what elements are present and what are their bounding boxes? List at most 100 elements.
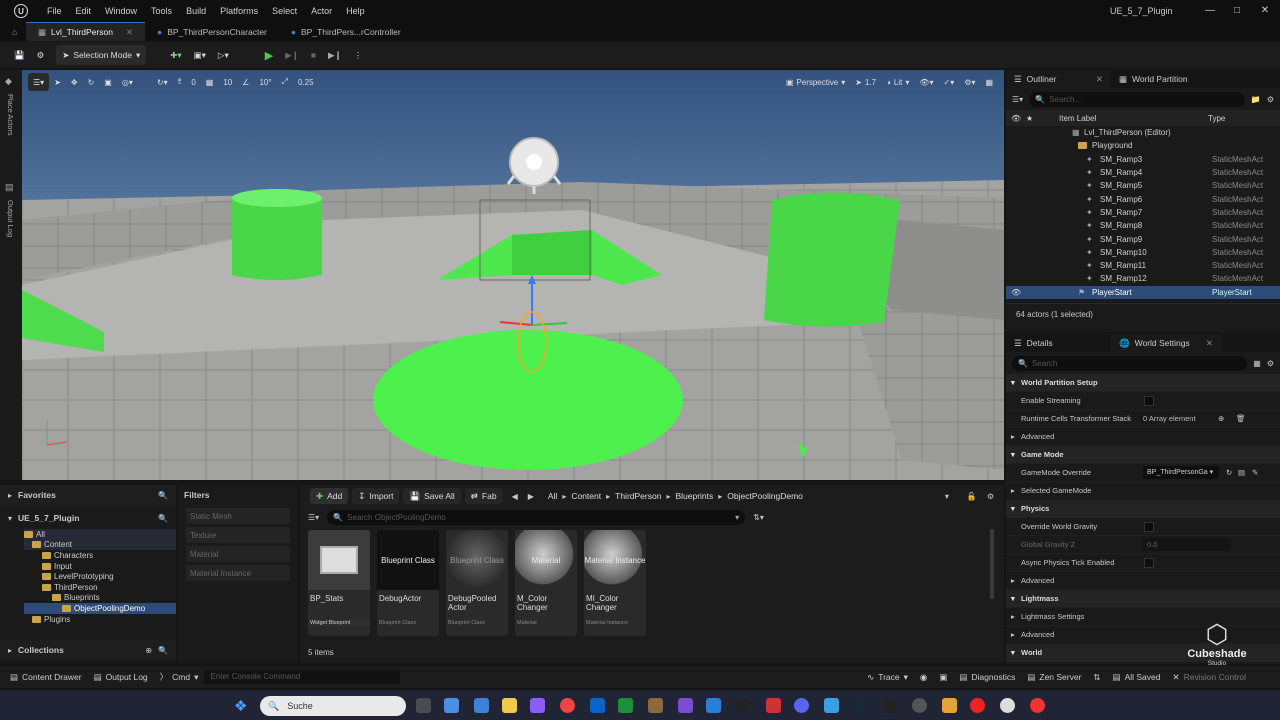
tree-objectpoolingdemo[interactable]: ObjectPoolingDemo (24, 603, 176, 614)
tree-blueprints[interactable]: Blueprints (24, 593, 176, 604)
grid-icon[interactable]: ▦ (201, 73, 219, 91)
place-actors-icon[interactable]: ◆ (5, 76, 12, 87)
tree-all[interactable]: All (24, 529, 176, 540)
tab-close-icon[interactable]: ✕ (1096, 74, 1103, 85)
tab-world-settings[interactable]: 🌐 World Settings ✕ (1111, 334, 1221, 352)
save-all-button[interactable]: 💾 Save All (403, 488, 461, 504)
cmd-dropdown[interactable]: 〉 Cmd ▾ (154, 667, 205, 687)
content-scrollbar[interactable] (990, 529, 994, 599)
rotate-tool-icon[interactable]: ↻ (83, 73, 100, 91)
output-log-icon[interactable]: ▤ (5, 182, 14, 193)
menu-platforms[interactable]: Platforms (213, 6, 265, 16)
visual-studio-icon[interactable] (678, 698, 693, 713)
asset-debug-pooled-actor[interactable]: Blueprint Class DebugPooled Actor Bluepr… (446, 530, 508, 636)
tab-close-icon[interactable]: ✕ (1206, 338, 1213, 349)
tab-outliner[interactable]: ☰ Outliner ✕ (1006, 70, 1111, 88)
save-icon[interactable]: 💾 (8, 45, 31, 65)
enable-streaming-checkbox[interactable] (1144, 396, 1154, 406)
asset-debug-actor[interactable]: Blueprint Class DebugActor Blueprint Cla… (377, 530, 439, 636)
viewport-menu-button[interactable]: ☰▾ (28, 73, 50, 91)
delete-icon[interactable]: 🗑 (1236, 414, 1246, 423)
home-icon[interactable]: ⌂ (12, 27, 26, 37)
output-log-button[interactable]: ▤ Output Log (88, 667, 154, 687)
view-options-icon[interactable]: ▦ (1253, 359, 1261, 368)
col-type[interactable]: Type (1208, 114, 1225, 123)
teams-icon[interactable] (530, 698, 545, 713)
stop-icon[interactable]: ■ (305, 45, 322, 65)
output-log-tab[interactable]: Output Log (6, 200, 15, 237)
outliner-row[interactable]: ✦ SM_Ramp9 StaticMeshAct (1006, 232, 1280, 245)
scale-snap[interactable]: 0.25 (293, 73, 319, 91)
selected-gamemode-toggle[interactable]: ▸ Selected GameMode (1006, 482, 1280, 500)
record-taskbar-icon[interactable] (1030, 698, 1045, 713)
fab-button[interactable]: ⇄ Fab (464, 488, 503, 504)
menu-actor[interactable]: Actor (304, 6, 339, 16)
vscode-icon[interactable] (706, 698, 721, 713)
windows-start-icon[interactable]: ❖ (234, 697, 247, 715)
perspective-dropdown[interactable]: ▣ Perspective ▾ (781, 73, 850, 91)
play-icon[interactable]: ▶ (259, 45, 279, 65)
tab-details[interactable]: ☰ Details (1006, 334, 1111, 352)
add-actor-icon[interactable]: ✚▾ (164, 45, 187, 65)
advanced-toggle-physics[interactable]: ▸ Advanced (1006, 572, 1280, 590)
back-icon[interactable]: ◀ (507, 492, 523, 501)
outliner-row[interactable]: ✦ SM_Ramp7 StaticMeshAct (1006, 206, 1280, 219)
outliner-row[interactable]: ✦ SM_Ramp5 StaticMeshAct (1006, 179, 1280, 192)
taskbar-search-input[interactable]: 🔍 Suche (260, 696, 406, 716)
filter-icon[interactable]: ☰▾ (1012, 95, 1023, 104)
app-icon[interactable] (648, 698, 663, 713)
global-gravity-z-field[interactable]: 0.0 (1143, 538, 1231, 551)
section-game-mode[interactable]: ▾ Game Mode (1006, 446, 1280, 464)
outlook-icon[interactable] (590, 698, 605, 713)
override-gravity-checkbox[interactable] (1144, 522, 1154, 532)
import-button[interactable]: ↧ Import (352, 488, 400, 504)
diagnostics-button[interactable]: ▤ Diagnostics (953, 667, 1021, 687)
copilot-icon[interactable] (444, 698, 459, 713)
snap-toggle-icon[interactable]: ⥉ (173, 73, 187, 91)
grid-size[interactable]: 10 (218, 73, 237, 91)
async-physics-checkbox[interactable] (1144, 558, 1154, 568)
search-icon[interactable]: 🔍 (158, 491, 168, 500)
widgets-icon[interactable] (474, 698, 489, 713)
show-flags-icon[interactable]: 👁▾ (914, 73, 938, 91)
advanced-toggle[interactable]: ▸ Advanced (1006, 428, 1280, 446)
task-view-icon[interactable] (416, 698, 431, 713)
outliner-row[interactable]: ✦ SM_Ramp6 StaticMeshAct (1006, 192, 1280, 205)
filter-material[interactable]: Material (186, 546, 290, 562)
outliner-row[interactable]: ✦ SM_Ramp8 StaticMeshAct (1006, 219, 1280, 232)
cinematics-icon[interactable]: ▷▾ (212, 45, 235, 65)
lit-dropdown[interactable]: ◑ Lit ▾ (881, 73, 914, 91)
more-options-icon[interactable]: ⋮ (348, 45, 369, 65)
outliner-row[interactable]: ✦ SM_Ramp11 StaticMeshAct (1006, 259, 1280, 272)
camera-speed-dropdown[interactable]: ➤ 1.7 (850, 73, 881, 91)
crumb-thirdperson[interactable]: ThirdPerson (610, 491, 666, 501)
github-icon[interactable] (736, 698, 751, 713)
filter-texture[interactable]: Texture (186, 527, 290, 543)
rotation-snap[interactable]: 10° (254, 73, 276, 91)
app-icon-3[interactable] (942, 698, 957, 713)
select-tool-icon[interactable]: ➤ (49, 73, 66, 91)
unreal-logo-icon[interactable]: U (14, 4, 28, 18)
menu-edit[interactable]: Edit (69, 6, 99, 16)
youtube-icon[interactable] (970, 698, 985, 713)
filter-material-instance[interactable]: Material Instance (186, 565, 290, 581)
gamemode-override-dropdown[interactable]: BP_ThirdPersonGa ▾ (1143, 466, 1219, 479)
outliner-folder-row[interactable]: Playground (1006, 139, 1280, 152)
chevron-down-icon[interactable]: ▾ (945, 492, 967, 501)
asset-bp-stats[interactable]: BP_Stats Widget Blueprint (308, 530, 370, 636)
menu-help[interactable]: Help (339, 6, 372, 16)
revision-control-button[interactable]: ✕ Revision Control (1167, 667, 1253, 687)
outliner-search-input[interactable]: 🔍 Search... (1029, 91, 1245, 107)
settings-icon[interactable]: ⚙ (987, 492, 994, 501)
details-settings-icon[interactable]: ⚙ (1267, 359, 1274, 368)
layout-icon[interactable]: ▦ (980, 73, 998, 91)
maximize-icon[interactable]: □ (1222, 0, 1252, 22)
edit-blueprint-icon[interactable]: ✎ (1252, 468, 1258, 477)
section-physics[interactable]: ▾ Physics (1006, 500, 1280, 518)
rotation-icon[interactable]: ∠ (237, 73, 254, 91)
level-viewport[interactable] (22, 70, 1004, 480)
asset-mi-color-changer[interactable]: Material Instance MI_Color Changer Mater… (584, 530, 646, 636)
crumb-blueprints[interactable]: Blueprints (670, 491, 718, 501)
add-element-icon[interactable]: ⊕ (1218, 414, 1224, 423)
record-icon[interactable]: ◉ (914, 667, 933, 687)
